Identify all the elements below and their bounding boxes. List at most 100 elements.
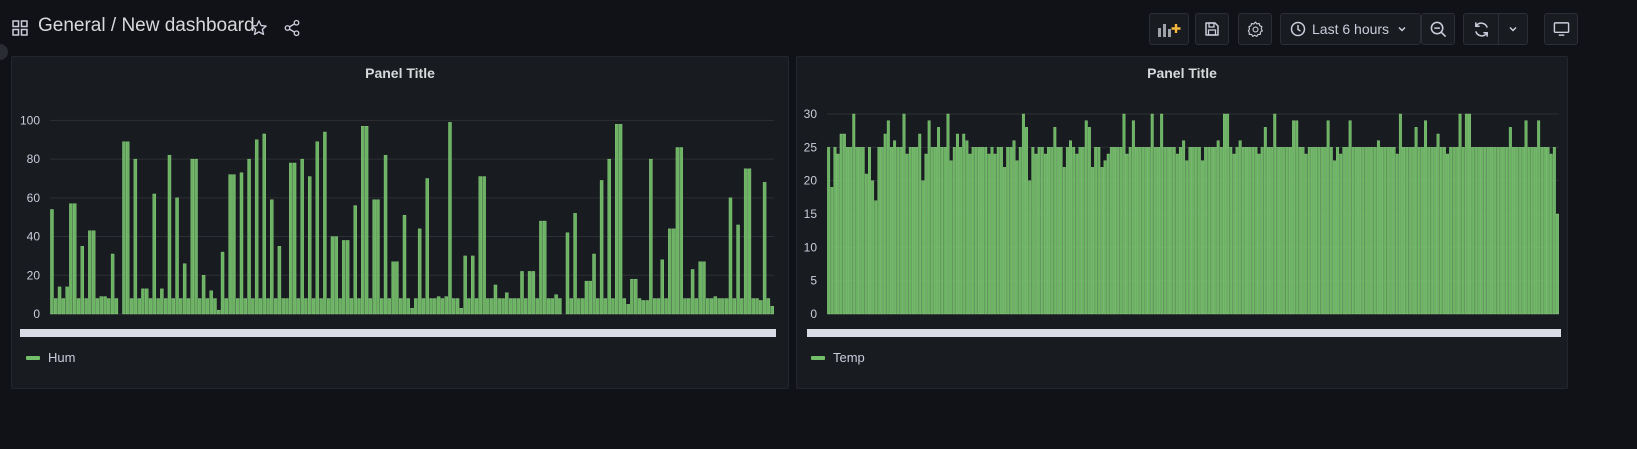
bar[interactable] — [864, 173, 868, 315]
bar[interactable] — [1075, 153, 1079, 315]
bar[interactable] — [1342, 147, 1346, 315]
bar[interactable] — [1043, 153, 1047, 315]
bar[interactable] — [1219, 147, 1223, 315]
bar[interactable] — [668, 228, 672, 315]
bar[interactable] — [224, 298, 229, 315]
zoom-out-button[interactable] — [1421, 13, 1455, 45]
bar[interactable] — [724, 298, 729, 315]
bar[interactable] — [91, 230, 96, 315]
bar[interactable] — [1087, 127, 1091, 315]
bar[interactable] — [95, 298, 100, 315]
bar[interactable] — [554, 294, 558, 315]
bar[interactable] — [1446, 153, 1449, 315]
bar[interactable] — [1084, 120, 1088, 315]
bar[interactable] — [126, 141, 130, 315]
bar[interactable] — [190, 158, 194, 315]
bar[interactable] — [1113, 147, 1116, 315]
bar[interactable] — [486, 298, 490, 315]
bar[interactable] — [539, 220, 543, 315]
bar[interactable] — [592, 253, 596, 315]
bar[interactable] — [213, 298, 217, 315]
bar[interactable] — [1254, 147, 1258, 315]
star-icon[interactable] — [250, 19, 268, 37]
bar[interactable] — [1332, 160, 1336, 315]
bar[interactable] — [990, 147, 994, 315]
bar[interactable] — [1417, 147, 1421, 315]
bar[interactable] — [952, 147, 956, 315]
bar[interactable] — [54, 298, 58, 315]
bar[interactable] — [57, 286, 62, 315]
bar[interactable] — [877, 147, 881, 315]
bar[interactable] — [743, 168, 748, 315]
bar[interactable] — [1138, 147, 1142, 315]
bar[interactable] — [1540, 147, 1544, 315]
bar[interactable] — [1006, 147, 1010, 315]
bar[interactable] — [501, 298, 505, 315]
bar[interactable] — [1188, 147, 1192, 315]
bar[interactable] — [1405, 147, 1409, 315]
bar[interactable] — [558, 298, 562, 315]
bar[interactable] — [1373, 147, 1377, 315]
bar[interactable] — [927, 120, 931, 315]
bar[interactable] — [996, 147, 1000, 315]
bar[interactable] — [361, 126, 365, 315]
bar[interactable] — [1238, 140, 1242, 315]
bar[interactable] — [1508, 127, 1512, 315]
bar[interactable] — [890, 147, 893, 315]
bar[interactable] — [235, 298, 240, 315]
bar[interactable] — [194, 158, 198, 315]
bar[interactable] — [940, 147, 944, 315]
bar[interactable] — [611, 298, 615, 315]
bar[interactable] — [1037, 147, 1041, 315]
bar[interactable] — [88, 230, 92, 315]
bar[interactable] — [137, 298, 141, 315]
bar[interactable] — [1354, 147, 1358, 315]
bar[interactable] — [1109, 147, 1113, 315]
bar[interactable] — [955, 133, 959, 315]
bar[interactable] — [414, 298, 418, 315]
bar[interactable] — [618, 124, 623, 315]
bar[interactable] — [736, 224, 740, 315]
bar[interactable] — [417, 228, 422, 315]
bar[interactable] — [1474, 147, 1478, 315]
bar[interactable] — [755, 298, 759, 315]
bar[interactable] — [99, 296, 103, 315]
bar[interactable] — [1546, 147, 1550, 315]
bar[interactable] — [133, 158, 138, 315]
bar[interactable] — [436, 296, 441, 315]
bar[interactable] — [433, 298, 437, 315]
bar[interactable] — [706, 298, 710, 315]
bar[interactable] — [671, 228, 676, 315]
bar[interactable] — [577, 298, 581, 315]
bar[interactable] — [1047, 147, 1050, 315]
bar[interactable] — [467, 298, 471, 315]
bar[interactable] — [1072, 147, 1076, 315]
bar[interactable] — [999, 147, 1003, 315]
bar[interactable] — [965, 140, 969, 315]
bar[interactable] — [543, 220, 547, 315]
bar[interactable] — [946, 113, 950, 315]
bar[interactable] — [1292, 120, 1296, 315]
bar[interactable] — [232, 174, 236, 315]
bar[interactable] — [80, 246, 85, 315]
bar[interactable] — [987, 153, 991, 315]
bar[interactable] — [308, 176, 312, 315]
bar[interactable] — [326, 298, 331, 315]
bar[interactable] — [402, 215, 407, 315]
bar[interactable] — [1389, 147, 1393, 315]
bar[interactable] — [285, 298, 289, 315]
bar[interactable] — [1122, 113, 1126, 315]
bar[interactable] — [1245, 147, 1248, 315]
bar[interactable] — [908, 147, 912, 315]
dashboard-settings-button[interactable] — [1238, 13, 1272, 45]
bar[interactable] — [1427, 147, 1431, 315]
bar[interactable] — [1468, 113, 1471, 315]
bar[interactable] — [1414, 127, 1418, 315]
bar[interactable] — [1185, 160, 1189, 315]
bar[interactable] — [1493, 147, 1497, 315]
bar[interactable] — [937, 127, 941, 315]
bar[interactable] — [1078, 147, 1082, 315]
bar[interactable] — [1229, 147, 1233, 315]
bar[interactable] — [406, 298, 410, 315]
bar[interactable] — [694, 298, 699, 315]
